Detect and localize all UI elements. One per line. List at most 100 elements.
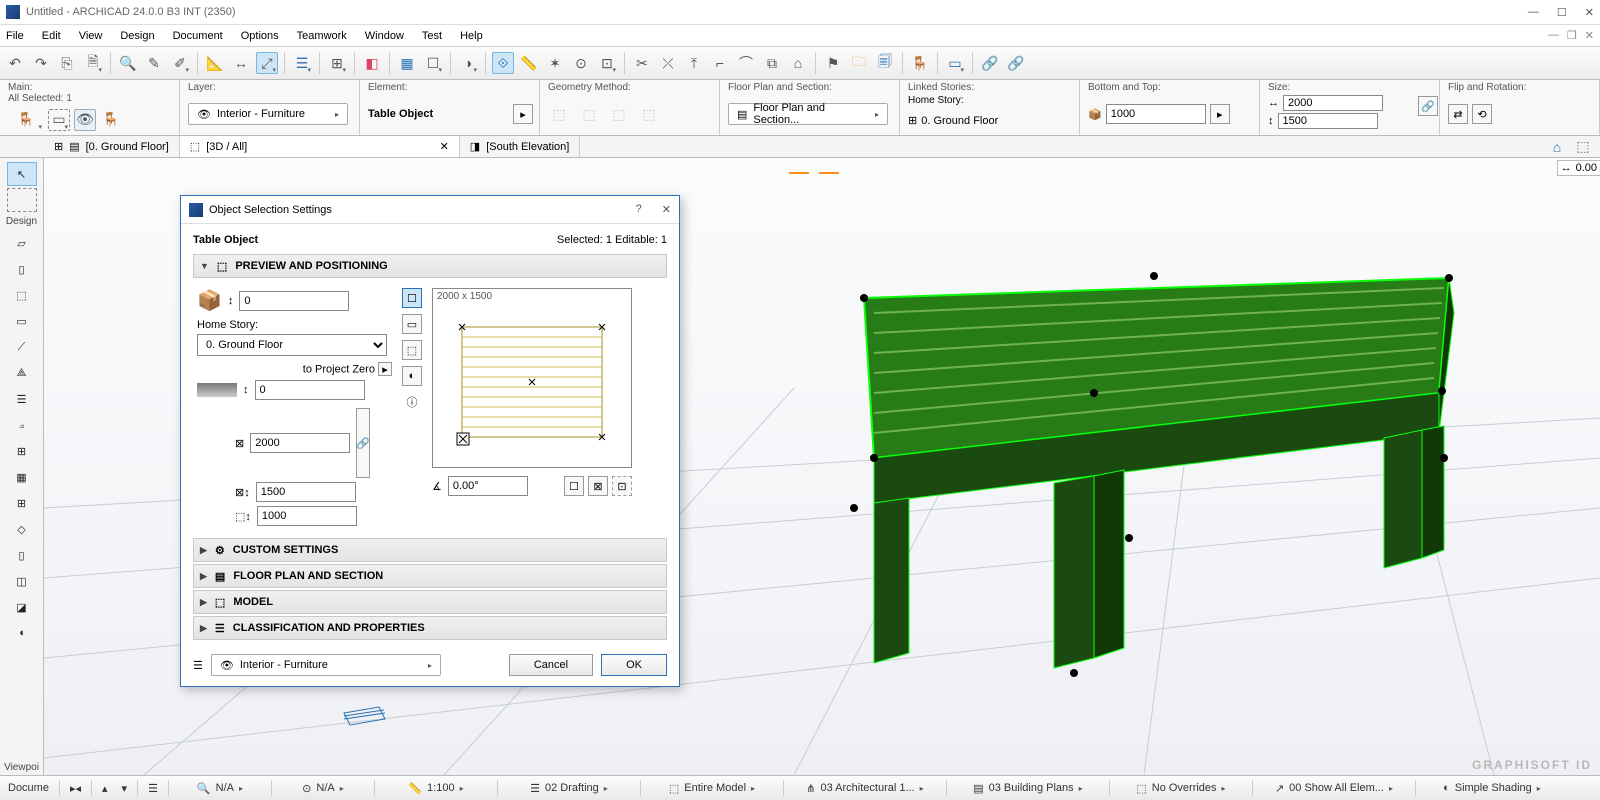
split-icon[interactable]: ⤫ [657,52,679,74]
preview-top-icon[interactable]: ☐ [402,288,422,308]
home-view-icon[interactable]: ⌂ [1546,136,1568,158]
mdi-close-icon[interactable]: ✕ [1585,29,1594,42]
dialog-title-bar[interactable]: Object Selection Settings ? ✕ [181,196,679,224]
floorplan-picker[interactable]: ▤ Floor Plan and Section... ▸ [728,103,888,125]
mesh-tool-icon[interactable]: ⟁ [7,361,37,385]
marquee-tool-icon[interactable] [7,188,37,212]
menu-options[interactable]: Options [241,30,279,42]
wall-tool-icon[interactable]: ▱ [7,231,37,255]
preview-info-icon[interactable]: ⓘ [402,392,422,412]
column-tool-icon[interactable]: ▯ [7,257,37,281]
menu-design[interactable]: Design [120,30,154,42]
zoom-na1[interactable]: 🔍 N/A ▸ [175,782,265,795]
arc-icon[interactable]: ⌒ [735,52,757,74]
mdi-restore-icon[interactable]: ❐ [1567,29,1577,42]
maximize-icon[interactable]: ☐ [1557,6,1567,19]
door-tool-icon[interactable]: ▯ [7,543,37,567]
snap-point-icon[interactable]: ✶ [544,52,566,74]
dim-y-input[interactable] [256,482,356,502]
elevation-icon[interactable]: ⤢ [256,52,278,74]
flip-h-icon[interactable]: ⇄ [1448,104,1468,124]
preview-shaded-icon[interactable]: ◐ [402,366,422,386]
menu-help[interactable]: Help [460,30,483,42]
palette-icon[interactable]: ◑ [457,52,479,74]
dim-x-input[interactable] [250,433,350,453]
slab-tool-icon[interactable]: ▭ [7,309,37,333]
measure-icon[interactable]: 📐 [204,52,226,74]
snap-guide-icon[interactable]: ⊙ [570,52,592,74]
angle-input[interactable] [448,476,528,496]
layer-vis-icon[interactable]: ▦ [396,52,418,74]
settings-icon[interactable]: 🪑 [100,109,122,131]
dim-z-input[interactable] [257,506,357,526]
close-icon[interactable]: ✕ [1585,6,1594,19]
eye-icon[interactable]: 👁 [74,109,96,131]
mirror-v-icon[interactable]: ⊡ [612,476,632,496]
window-tool-icon[interactable]: ◫ [7,569,37,593]
dialog-layer-picker[interactable]: 👁 Interior - Furniture ▸ [211,654,441,676]
railing-tool-icon[interactable]: ⟓ [7,413,37,437]
grid-icon[interactable]: ⊞ [326,52,348,74]
more-tool-icon[interactable]: ◪ [7,595,37,619]
undo-icon[interactable]: ↶ [4,52,26,74]
status-down-icon[interactable]: ▾ [118,782,132,795]
shape-icon[interactable]: ⌂ [787,52,809,74]
size-lock-icon[interactable]: 🔗 [1418,96,1438,116]
tab-ground-floor[interactable]: ⊞ ▤ [0. Ground Floor] [44,136,180,157]
box-dd-icon[interactable]: ☐ [422,52,444,74]
chair-icon[interactable]: 🪑 [909,52,931,74]
size-w-input[interactable] [1283,95,1383,111]
element-more-icon[interactable]: ▸ [513,104,533,124]
arch-picker[interactable]: ⋔ 03 Architectural 1... ▸ [790,782,940,795]
tree-expand-icon[interactable]: ▸◂ [66,782,85,795]
section-model[interactable]: ▶ ⬚ MODEL [193,590,667,614]
cancel-button[interactable]: Cancel [509,654,593,676]
arrow-tool-icon[interactable]: ↖ [7,162,37,186]
layers-stack-icon[interactable]: ☰ [144,782,162,795]
ok-button[interactable]: OK [601,654,667,676]
doc-dd-icon[interactable]: 🗎 [82,52,104,74]
adjust-icon[interactable]: ⤒ [683,52,705,74]
curtain-tool-icon[interactable]: ▦ [7,465,37,489]
shading-picker[interactable]: ◐ Simple Shading ▸ [1422,782,1562,794]
menu-test[interactable]: Test [422,30,442,42]
building-picker[interactable]: ▤ 03 Building Plans ▸ [953,782,1103,795]
home-story-select[interactable]: 0. Ground Floor [197,334,387,356]
dim-icon[interactable]: ↔ [230,52,252,74]
flip-v-icon[interactable]: ⟲ [1472,104,1492,124]
bottom-offset-input[interactable] [255,380,365,400]
minimize-icon[interactable]: — [1528,6,1539,19]
menu-window[interactable]: Window [365,30,404,42]
beam-tool-icon[interactable]: ⬚ [7,283,37,307]
offset-icon[interactable]: ⧉ [761,52,783,74]
flag-icon[interactable]: ⚑ [822,52,844,74]
stack-icon[interactable]: 🗐 [874,52,896,74]
link2-icon[interactable]: 🔗 [1005,52,1027,74]
mirror-none-icon[interactable]: ☐ [564,476,584,496]
section-custom-settings[interactable]: ▶ ⚙ CUSTOM SETTINGS [193,538,667,562]
menu-teamwork[interactable]: Teamwork [297,30,347,42]
tab-close-icon[interactable]: ✕ [440,140,449,153]
size-h-input[interactable] [1278,113,1378,129]
section-preview-positioning[interactable]: ▼ ⬚ PREVIEW AND POSITIONING [193,254,667,278]
status-up-icon[interactable]: ▴ [98,782,112,795]
scale-picker[interactable]: 📏 1:100 ▸ [381,782,491,795]
dims-lock-icon[interactable]: 🔗 [356,408,370,478]
roof-tool-icon[interactable]: ⟋ [7,335,37,359]
tab-south-elevation[interactable]: ◨ [South Elevation] [460,136,581,157]
top-offset-input[interactable] [239,291,349,311]
layer-picker[interactable]: 👁 Interior - Furniture ▸ [188,103,348,125]
menu-edit[interactable]: Edit [42,30,61,42]
menu-document[interactable]: Document [173,30,223,42]
selection-rect-icon[interactable]: ▭ [48,109,70,131]
cut-icon[interactable]: ✂ [631,52,653,74]
mdi-minimize-icon[interactable]: — [1548,29,1559,42]
edit-dd-icon[interactable]: ✐ [169,52,191,74]
tab-3d[interactable]: ⬚ [3D / All] ✕ [180,136,460,157]
pz-more-icon[interactable]: ▸ [378,362,392,376]
bt-more-icon[interactable]: ▸ [1210,104,1230,124]
window-dd-icon[interactable]: ▭ [944,52,966,74]
section-classification[interactable]: ▶ ☰ CLASSIFICATION AND PROPERTIES [193,616,667,640]
ruler-icon[interactable]: 📏 [518,52,540,74]
preview-3d-icon[interactable]: ⬚ [402,340,422,360]
